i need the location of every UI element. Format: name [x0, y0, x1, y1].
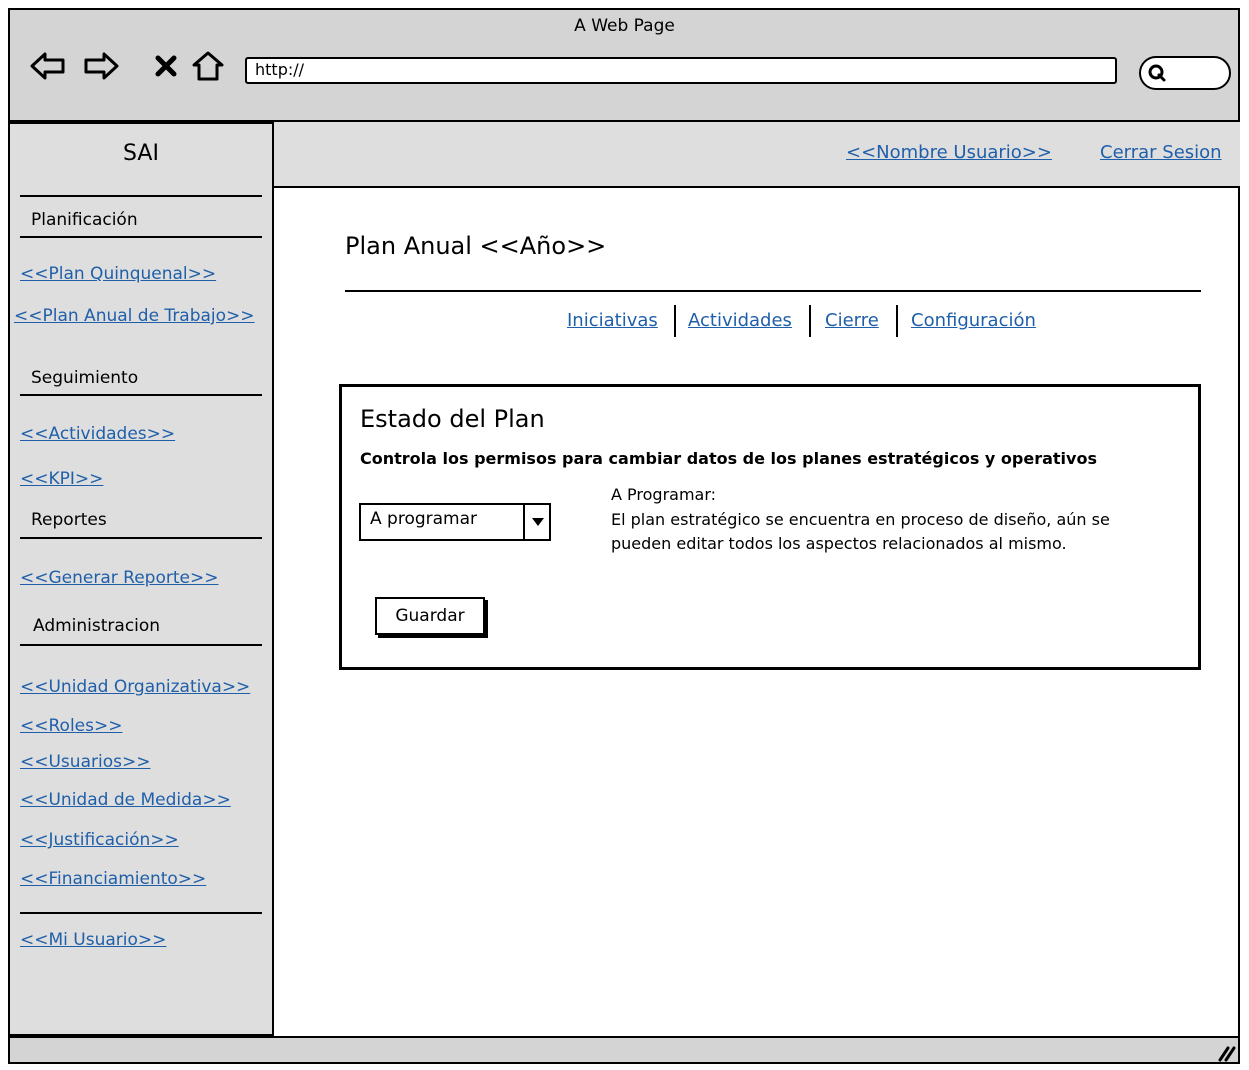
sidebar-item-roles[interactable]: <<Roles>>: [20, 716, 122, 736]
sidebar-item-plan-quinquenal[interactable]: <<Plan Quinquenal>>: [20, 264, 216, 284]
forward-icon[interactable]: [83, 48, 119, 84]
sidebar-item-justificacion[interactable]: <<Justificación>>: [20, 830, 179, 850]
sidebar-item-financiamiento[interactable]: <<Financiamiento>>: [20, 869, 206, 889]
browser-statusbar: [8, 1036, 1240, 1064]
title-divider: [345, 290, 1201, 292]
section-reportes: Reportes: [31, 510, 107, 530]
top-header: [274, 122, 1240, 188]
sidebar-item-usuarios[interactable]: <<Usuarios>>: [20, 752, 150, 772]
chevron-down-icon[interactable]: [523, 503, 551, 541]
tab-divider: [674, 305, 676, 337]
sidebar-item-actividades[interactable]: <<Actividades>>: [20, 424, 175, 444]
tab-cierre[interactable]: Cierre: [825, 310, 879, 331]
url-input[interactable]: http://: [245, 57, 1117, 84]
section-planificacion: Planificación: [31, 210, 138, 230]
sidebar-item-unidad-organizativa[interactable]: <<Unidad Organizativa>>: [20, 677, 250, 697]
tab-configuracion[interactable]: Configuración: [911, 310, 1036, 331]
sidebar-item-generar-reporte[interactable]: <<Generar Reporte>>: [20, 568, 218, 588]
panel-subtitle: Controla los permisos para cambiar datos…: [360, 449, 1097, 468]
tab-divider: [896, 305, 898, 337]
resize-grip-icon[interactable]: [1214, 1040, 1236, 1062]
user-name-link[interactable]: <<Nombre Usuario>>: [846, 142, 1052, 163]
sidebar-divider: [20, 394, 262, 396]
browser-search-box[interactable]: [1139, 56, 1231, 90]
panel-title: Estado del Plan: [360, 405, 545, 433]
stop-icon[interactable]: [148, 48, 184, 84]
save-button[interactable]: Guardar: [375, 597, 485, 635]
status-heading: A Programar:: [611, 485, 717, 504]
brand-title: SAI: [123, 141, 159, 166]
window-title: A Web Page: [574, 16, 675, 36]
sidebar-item-kpi[interactable]: <<KPI>>: [20, 469, 103, 489]
sidebar-divider: [20, 644, 262, 646]
sidebar-item-mi-usuario[interactable]: <<Mi Usuario>>: [20, 930, 166, 950]
sidebar-divider: [20, 195, 262, 197]
section-administracion: Administracion: [33, 616, 161, 636]
home-icon[interactable]: [190, 48, 226, 84]
sidebar-divider: [20, 236, 262, 238]
tab-actividades[interactable]: Actividades: [688, 310, 792, 331]
search-icon: [1147, 63, 1167, 87]
status-description: El plan estratégico se encuentra en proc…: [611, 510, 1110, 553]
sidebar-divider: [20, 537, 262, 539]
back-icon[interactable]: [30, 48, 66, 84]
tab-iniciativas[interactable]: Iniciativas: [567, 310, 658, 331]
page-title: Plan Anual <<Año>>: [345, 232, 607, 260]
sidebar-divider: [20, 912, 262, 914]
logout-link[interactable]: Cerrar Sesion: [1100, 142, 1222, 163]
status-select-value: A programar: [370, 509, 478, 529]
tab-divider: [809, 305, 811, 337]
sidebar-item-plan-anual[interactable]: <<Plan Anual de Trabajo>>: [14, 306, 255, 326]
section-seguimiento: Seguimiento: [31, 368, 139, 388]
sidebar-item-unidad-medida[interactable]: <<Unidad de Medida>>: [20, 790, 231, 810]
